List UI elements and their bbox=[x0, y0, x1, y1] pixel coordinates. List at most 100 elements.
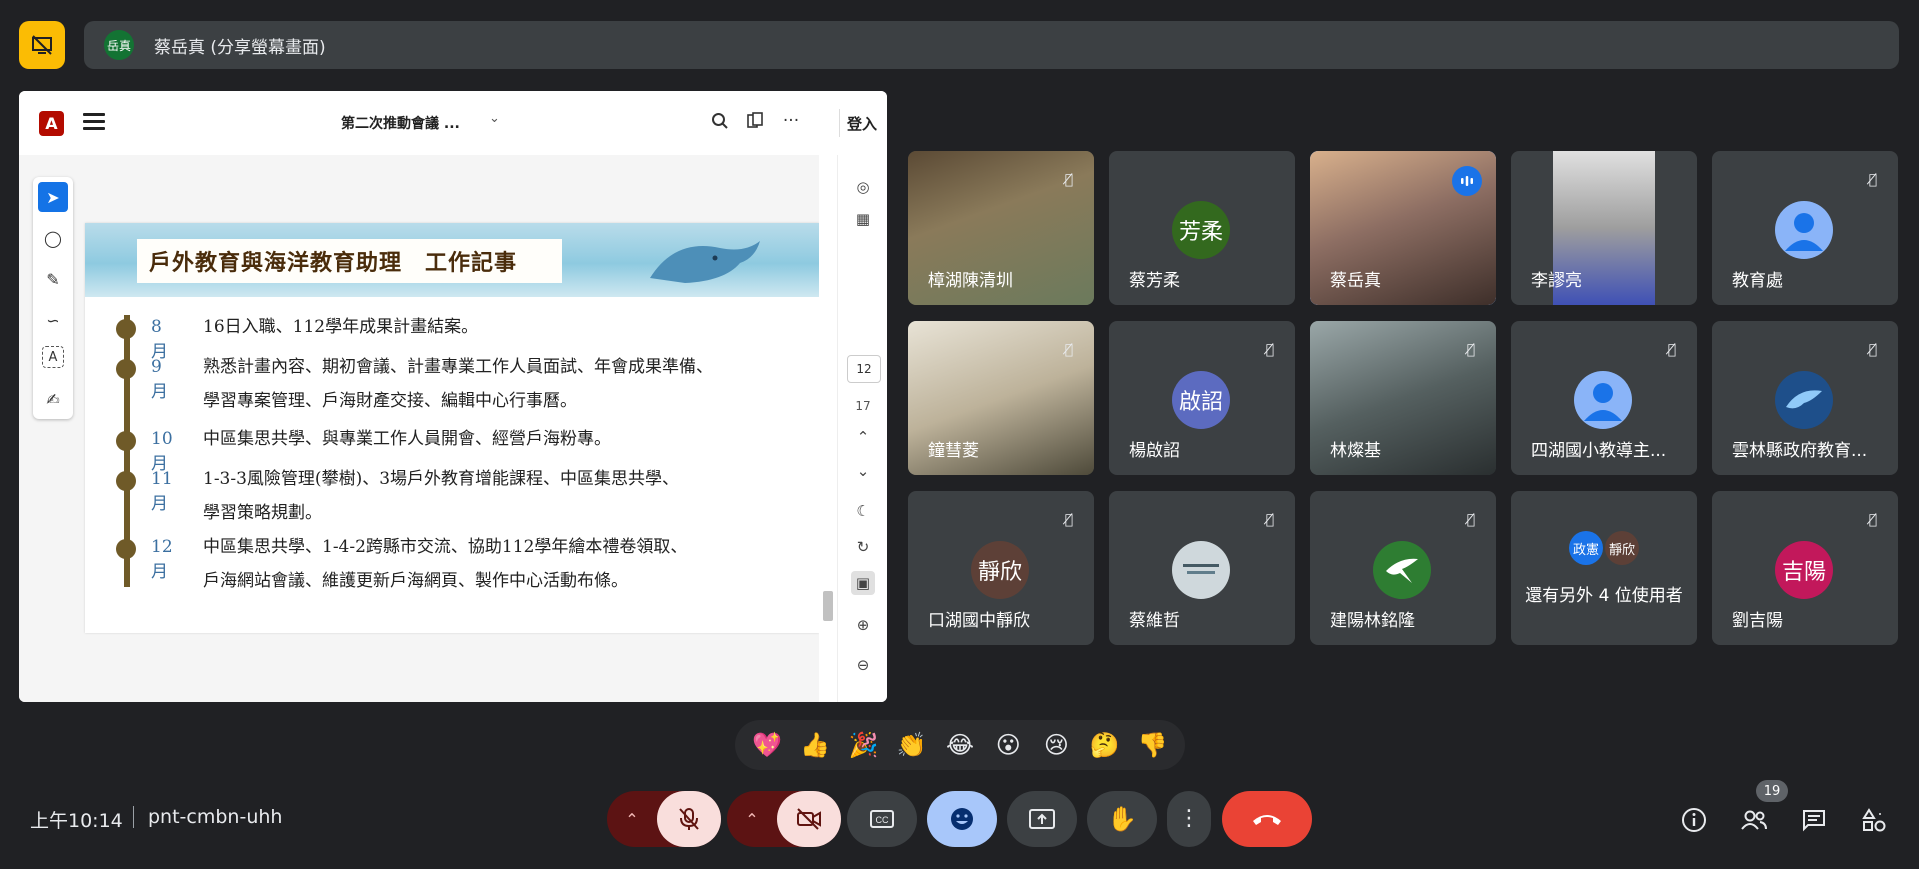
ai-assistant-icon[interactable]: ◎ bbox=[851, 175, 875, 199]
more-participants-tile[interactable]: 政憲 靜欣 還有另外 4 位使用者 bbox=[1511, 491, 1697, 645]
more-options-icon[interactable]: ··· bbox=[779, 109, 803, 133]
reaction-heart-icon[interactable]: 💖 bbox=[746, 731, 788, 759]
mic-off-icon bbox=[679, 808, 699, 830]
reactions-button[interactable] bbox=[927, 791, 997, 847]
meeting-clock: 上午10:14 bbox=[30, 810, 123, 832]
text-tool-icon[interactable]: A bbox=[42, 346, 64, 368]
thumbnails-icon[interactable]: ▦ bbox=[851, 207, 875, 231]
participant-tile[interactable]: 🎙̸ 教育處 bbox=[1712, 151, 1898, 305]
mic-toggle-button[interactable] bbox=[657, 791, 721, 847]
reaction-clap-icon[interactable]: 👏 bbox=[891, 731, 933, 759]
mic-off-icon: 🎙̸ bbox=[1064, 512, 1074, 528]
mic-off-icon: 🎙̸ bbox=[1265, 512, 1275, 528]
pdf-scrollbar-thumb[interactable] bbox=[823, 591, 833, 621]
night-mode-icon[interactable]: ☾ bbox=[851, 499, 875, 523]
reaction-surprised-icon[interactable]: 😮 bbox=[987, 731, 1029, 759]
comment-tool-icon[interactable]: ◯ bbox=[38, 223, 68, 253]
reaction-thumbs-down-icon[interactable]: 👎 bbox=[1132, 731, 1174, 759]
timeline-text: 戶海網站會議、維護更新戶海網頁、製作中心活動布條。 bbox=[203, 571, 628, 591]
mic-off-icon: 🎙̸ bbox=[1868, 172, 1878, 188]
meeting-code[interactable]: pnt-cmbn-uhh bbox=[148, 806, 282, 828]
reactions-bar: 💖 👍 🎉 👏 😂 😮 😢 🤔 👎 bbox=[735, 720, 1185, 770]
presentation-indicator-icon[interactable] bbox=[19, 21, 65, 69]
search-icon[interactable] bbox=[708, 109, 732, 133]
meeting-info-icon[interactable] bbox=[1674, 800, 1714, 840]
sign-tool-icon[interactable]: ✍ bbox=[38, 384, 68, 414]
participant-avatar-image bbox=[1373, 541, 1431, 599]
participant-tile[interactable]: 🎙̸ 蔡維哲 bbox=[1109, 491, 1295, 645]
participant-tile[interactable]: 🎙̸ 林燦基 bbox=[1310, 321, 1496, 475]
chevron-down-icon[interactable]: ⌄ bbox=[489, 111, 500, 126]
participant-name: 雲林縣政府教育... bbox=[1732, 441, 1868, 461]
reaction-thumbs-up-icon[interactable]: 👍 bbox=[794, 731, 836, 759]
participant-name: 鐘彗菱 bbox=[928, 441, 979, 461]
zoom-in-icon[interactable]: ⊕ bbox=[851, 613, 875, 637]
captions-button[interactable]: CC bbox=[847, 791, 917, 847]
mic-control-group: ⌃ bbox=[607, 791, 721, 847]
activities-icon[interactable] bbox=[1854, 800, 1894, 840]
participant-name: 蔡維哲 bbox=[1129, 611, 1180, 631]
reaction-thinking-icon[interactable]: 🤔 bbox=[1084, 731, 1126, 759]
raise-hand-button[interactable]: ✋ bbox=[1087, 791, 1157, 847]
page-fit-icon[interactable]: ▣ bbox=[851, 571, 875, 595]
reaction-laugh-icon[interactable]: 😂 bbox=[939, 731, 981, 759]
more-avatar: 靜欣 bbox=[1605, 531, 1639, 565]
chevron-up-icon[interactable]: ⌃ bbox=[851, 425, 875, 449]
participant-tile[interactable]: 🎙̸ 建陽林銘隆 bbox=[1310, 491, 1496, 645]
pdf-page: 戶外教育與海洋教育助理 工作記事 8月 16日入職、112學年成果計畫結案。 9… bbox=[85, 223, 819, 633]
page-view-icon[interactable] bbox=[743, 109, 767, 133]
timeline-month: 9月 bbox=[151, 357, 168, 402]
participant-tile[interactable]: 靜欣 🎙̸ 口湖國中靜欣 bbox=[908, 491, 1094, 645]
chat-icon[interactable] bbox=[1794, 800, 1834, 840]
timeline-text: 熟悉計畫內容、期初會議、計畫專業工作人員面試、年會成果準備、 bbox=[203, 357, 713, 377]
participant-tile[interactable]: 李謬亮 bbox=[1511, 151, 1697, 305]
page-title: 戶外教育與海洋教育助理 工作記事 bbox=[149, 250, 518, 276]
document-title[interactable]: 第二次推動會議 ... bbox=[341, 113, 460, 133]
participant-tile[interactable]: 🎙̸ 四湖國小教導主... bbox=[1511, 321, 1697, 475]
participant-avatar-image bbox=[1172, 541, 1230, 599]
timeline-month: 11月 bbox=[151, 469, 173, 514]
person-icon bbox=[1574, 371, 1632, 429]
leave-call-button[interactable] bbox=[1222, 791, 1312, 847]
mic-off-icon: 🎙̸ bbox=[1667, 342, 1677, 358]
emoji-icon bbox=[951, 808, 973, 830]
timeline-dot bbox=[116, 319, 136, 339]
camera-toggle-button[interactable] bbox=[777, 791, 841, 847]
login-button[interactable]: 登入 bbox=[847, 113, 877, 134]
camera-options-chevron-up-icon[interactable]: ⌃ bbox=[727, 791, 777, 847]
participant-tile[interactable]: 吉陽 🎙̸ 劉吉陽 bbox=[1712, 491, 1898, 645]
zoom-out-icon[interactable]: ⊖ bbox=[851, 653, 875, 677]
draw-tool-icon[interactable]: ∽ bbox=[38, 305, 68, 335]
presenter-avatar: 岳真 bbox=[104, 30, 134, 60]
timeline-text: 學習策略規劃。 bbox=[203, 503, 322, 523]
participant-name: 四湖國小教導主... bbox=[1531, 441, 1667, 461]
participant-tile[interactable]: 芳柔 蔡芳柔 bbox=[1109, 151, 1295, 305]
mic-off-icon: 🎙̸ bbox=[1064, 342, 1074, 358]
timeline-text: 16日入職、112學年成果計畫結案。 bbox=[203, 317, 479, 337]
more-options-button[interactable]: ⋮ bbox=[1167, 791, 1211, 847]
participant-tile-speaking[interactable]: 蔡岳真 bbox=[1310, 151, 1496, 305]
timeline-dot bbox=[116, 471, 136, 491]
timeline-text: 1-3-3風險管理(攀樹)、3場戶外教育增能課程、中區集思共學、 bbox=[203, 469, 680, 489]
highlight-tool-icon[interactable]: ✎ bbox=[38, 264, 68, 294]
menu-icon[interactable] bbox=[83, 113, 105, 131]
rotate-icon[interactable]: ↻ bbox=[851, 535, 875, 559]
raise-hand-icon: ✋ bbox=[1107, 805, 1137, 833]
more-participants-label: 還有另外 4 位使用者 bbox=[1525, 586, 1683, 606]
participant-tile[interactable]: 🎙̸ 雲林縣政府教育... bbox=[1712, 321, 1898, 475]
participant-tile[interactable]: 🎙̸ 鐘彗菱 bbox=[908, 321, 1094, 475]
mic-options-chevron-up-icon[interactable]: ⌃ bbox=[607, 791, 657, 847]
timeline-month: 8月 bbox=[151, 317, 168, 362]
chevron-down-icon[interactable]: ⌄ bbox=[851, 459, 875, 483]
pdf-page-area[interactable]: ➤ ◯ ✎ ∽ A ✍ 戶外教育與海洋教育助理 工作記事 8月 16日入職、11… bbox=[19, 155, 837, 702]
select-tool-icon[interactable]: ➤ bbox=[38, 182, 68, 212]
timeline-dot bbox=[116, 359, 136, 379]
present-screen-button[interactable] bbox=[1007, 791, 1077, 847]
timeline-dot bbox=[116, 539, 136, 559]
page-number-input[interactable]: 12 bbox=[847, 355, 881, 383]
people-icon[interactable] bbox=[1734, 800, 1774, 840]
participant-tile[interactable]: 🎙̸ 樟湖陳清圳 bbox=[908, 151, 1094, 305]
participant-tile[interactable]: 啟詔 🎙̸ 楊啟詔 bbox=[1109, 321, 1295, 475]
reaction-sad-icon[interactable]: 😢 bbox=[1035, 731, 1077, 759]
reaction-party-icon[interactable]: 🎉 bbox=[843, 731, 885, 759]
